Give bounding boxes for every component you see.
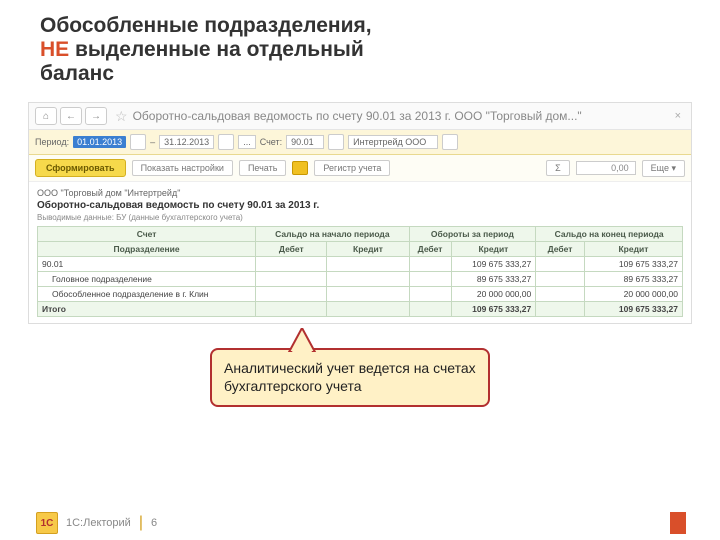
col-division: Подразделение bbox=[38, 242, 256, 257]
account-label: Счет: bbox=[260, 137, 282, 147]
arrow-left-icon: ← bbox=[66, 111, 76, 122]
callout-text: Аналитический учет ведется на счетах бух… bbox=[224, 360, 476, 394]
table-row: Обособленное подразделение в г. Клин 20 … bbox=[38, 287, 683, 302]
forward-button[interactable]: → bbox=[85, 107, 107, 125]
report-area: ООО "Торговый дом "Интертрейд" Оборотно-… bbox=[29, 182, 691, 323]
close-button[interactable]: × bbox=[671, 110, 685, 122]
callout-box: Аналитический учет ведется на счетах бух… bbox=[210, 348, 490, 407]
register-button[interactable]: Регистр учета bbox=[314, 160, 390, 176]
col-credit-2: Кредит bbox=[451, 242, 536, 257]
col-turnover: Обороты за период bbox=[409, 227, 536, 242]
cell-ec: 20 000 000,00 bbox=[584, 287, 682, 302]
cell-tc: 89 675 333,27 bbox=[451, 272, 536, 287]
back-button[interactable]: ← bbox=[60, 107, 82, 125]
calendar-to-icon[interactable] bbox=[218, 134, 234, 150]
total-ec: 109 675 333,27 bbox=[584, 302, 682, 317]
calendar-from-icon[interactable] bbox=[130, 134, 146, 150]
home-button[interactable]: ⌂ bbox=[35, 107, 57, 125]
total-label: Итого bbox=[38, 302, 256, 317]
print-button[interactable]: Печать bbox=[239, 160, 286, 176]
form-button[interactable]: Сформировать bbox=[35, 159, 126, 177]
header-row-2: Подразделение Дебет Кредит Дебет Кредит … bbox=[38, 242, 683, 257]
toolbar: Сформировать Показать настройки Печать Р… bbox=[29, 155, 691, 182]
table-row: Головное подразделение 89 675 333,27 89 … bbox=[38, 272, 683, 287]
report-table: Счет Сальдо на начало периода Обороты за… bbox=[37, 226, 683, 317]
logo-icon: 1С bbox=[36, 512, 58, 534]
footer-divider: | bbox=[139, 514, 143, 532]
cell-label: Обособленное подразделение в г. Клин bbox=[38, 287, 256, 302]
title-part2: выделенные на отдельный bbox=[69, 38, 364, 61]
title-line1: Обособленные подразделения, bbox=[40, 14, 372, 37]
col-debit-2: Дебет bbox=[409, 242, 451, 257]
col-saldo-begin: Сальдо на начало периода bbox=[256, 227, 409, 242]
date-to-input[interactable]: 31.12.2013 bbox=[159, 135, 214, 149]
breadcrumb: Оборотно-сальдовая ведомость по счету 90… bbox=[133, 109, 671, 123]
topbar: ⌂ ← → ☆ Оборотно-сальдовая ведомость по … bbox=[29, 103, 691, 130]
sigma-button[interactable]: Σ bbox=[546, 160, 570, 176]
show-settings-button[interactable]: Показать настройки bbox=[132, 160, 233, 176]
col-debit-1: Дебет bbox=[256, 242, 327, 257]
organization-input[interactable]: Интертрейд ООО bbox=[348, 135, 438, 149]
date-separator: – bbox=[150, 137, 155, 147]
col-credit-1: Кредит bbox=[327, 242, 409, 257]
period-picker-button[interactable]: ... bbox=[238, 135, 256, 149]
cell-tc: 109 675 333,27 bbox=[451, 257, 536, 272]
total-tc: 109 675 333,27 bbox=[451, 302, 536, 317]
col-saldo-end: Сальдо на конец периода bbox=[536, 227, 683, 242]
page-number: 6 bbox=[151, 517, 157, 529]
slide-footer: 1С 1С:Лекторий | 6 bbox=[0, 512, 720, 534]
total-row: Итого 109 675 333,27 109 675 333,27 bbox=[38, 302, 683, 317]
org-picker-icon[interactable] bbox=[442, 134, 458, 150]
cell-label: 90.01 bbox=[38, 257, 256, 272]
title-highlight: НЕ bbox=[40, 38, 69, 61]
cell-label: Головное подразделение bbox=[38, 272, 256, 287]
home-icon: ⌂ bbox=[43, 111, 49, 122]
slide-title: Обособленные подразделения, НЕ выделенны… bbox=[0, 0, 720, 90]
company-name: ООО "Торговый дом "Интертрейд" bbox=[37, 188, 683, 198]
col-credit-3: Кредит bbox=[584, 242, 682, 257]
col-account: Счет bbox=[38, 227, 256, 242]
cell-ec: 89 675 333,27 bbox=[584, 272, 682, 287]
account-input[interactable]: 90.01 bbox=[286, 135, 324, 149]
app-window: ⌂ ← → ☆ Оборотно-сальдовая ведомость по … bbox=[28, 102, 692, 324]
col-debit-3: Дебет bbox=[536, 242, 585, 257]
filter-bar: Период: 01.01.2013 – 31.12.2013 ... Счет… bbox=[29, 130, 691, 155]
red-accent-bar bbox=[670, 512, 686, 534]
callout-arrow-icon bbox=[287, 328, 317, 352]
account-picker-icon[interactable] bbox=[328, 134, 344, 150]
date-from-input[interactable]: 01.01.2013 bbox=[73, 136, 126, 148]
title-line3: баланс bbox=[40, 62, 114, 85]
report-subline: Выводимые данные: БУ (данные бухгалтерск… bbox=[37, 213, 683, 222]
table-row: 90.01 109 675 333,27 109 675 333,27 bbox=[38, 257, 683, 272]
cell-tc: 20 000 000,00 bbox=[451, 287, 536, 302]
header-row-1: Счет Сальдо на начало периода Обороты за… bbox=[38, 227, 683, 242]
cell-ec: 109 675 333,27 bbox=[584, 257, 682, 272]
arrow-right-icon: → bbox=[91, 111, 101, 122]
sum-display: 0,00 bbox=[576, 161, 636, 175]
more-button[interactable]: Еще ▾ bbox=[642, 160, 685, 177]
report-title: Оборотно-сальдовая ведомость по счету 90… bbox=[37, 200, 683, 211]
envelope-icon[interactable] bbox=[292, 161, 308, 175]
footer-label: 1С:Лекторий bbox=[66, 517, 131, 529]
favorite-star-icon[interactable]: ☆ bbox=[115, 108, 128, 125]
period-label: Период: bbox=[35, 137, 69, 147]
